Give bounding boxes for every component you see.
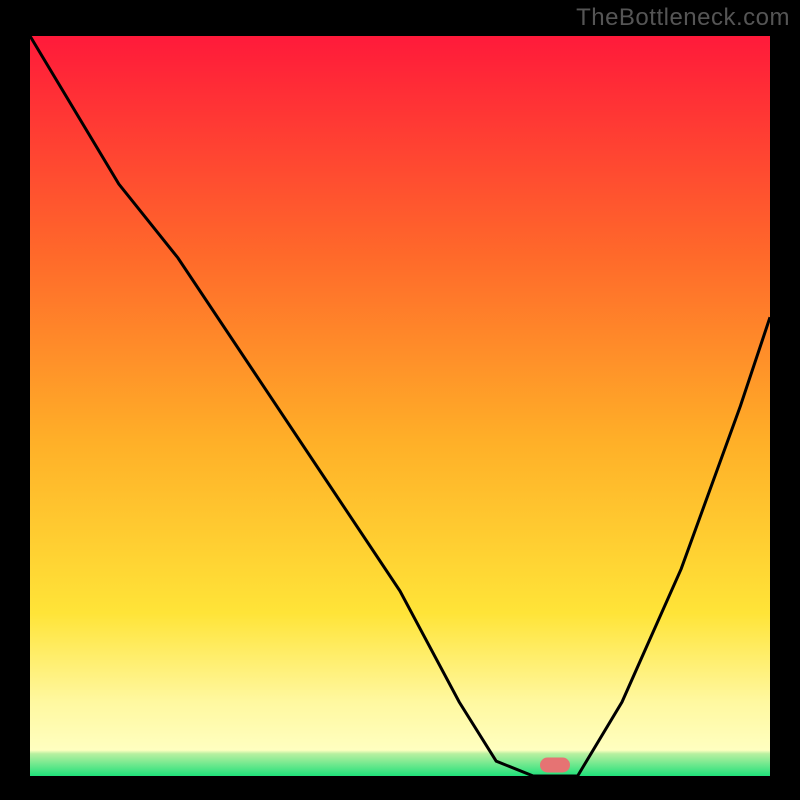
curve-path <box>30 36 770 776</box>
plot-area <box>30 36 770 776</box>
bottleneck-curve <box>30 36 770 776</box>
watermark-text: TheBottleneck.com <box>576 4 790 32</box>
gradient-background <box>30 36 770 776</box>
optimal-marker <box>540 757 570 772</box>
chart-frame: TheBottleneck.com <box>0 0 800 800</box>
